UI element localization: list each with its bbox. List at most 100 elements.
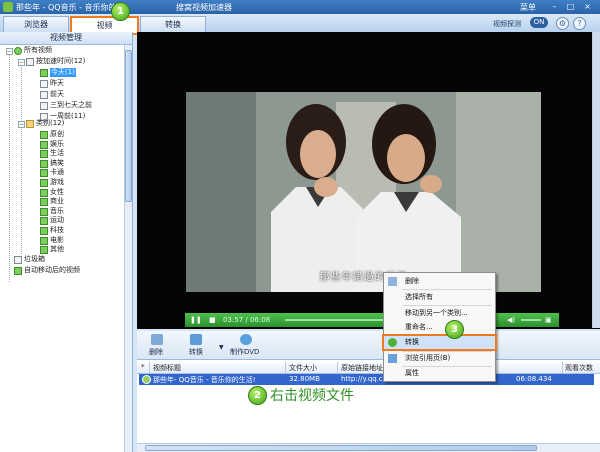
category-item-icon — [40, 207, 48, 216]
make-dvd-button[interactable]: 制作DVD — [230, 347, 259, 357]
expand-root[interactable]: − — [6, 48, 13, 55]
tree-category-item[interactable]: 游戏 — [50, 178, 64, 187]
sniff-toggle[interactable]: ON — [530, 17, 548, 28]
menu-item-properties[interactable]: 属性 — [384, 367, 495, 380]
menu-item-move[interactable]: 移动到另一个类别... — [384, 307, 495, 320]
help-icon[interactable]: ? — [573, 17, 586, 30]
category-item-icon — [40, 179, 48, 187]
volume-slider[interactable] — [521, 319, 541, 321]
tree-category-item[interactable]: 其他 — [50, 245, 64, 254]
video-scene — [186, 92, 541, 292]
category-icon — [26, 120, 34, 128]
row-size: 32.80MB — [289, 375, 320, 383]
category-item-icon — [40, 198, 48, 207]
tree-category-item[interactable]: 电影 — [50, 236, 64, 245]
tree-category-item[interactable]: 女性 — [50, 188, 64, 197]
category-item-icon — [40, 217, 48, 226]
col-title[interactable]: 视频标题 — [153, 363, 181, 373]
minimize-icon[interactable]: – — [550, 2, 559, 11]
video-status-icon — [142, 375, 151, 384]
tab-convert[interactable]: 转换 — [140, 16, 206, 32]
category-item-icon — [40, 169, 48, 178]
volume-icon[interactable]: ◀) — [507, 316, 515, 324]
category-item-icon — [40, 150, 48, 159]
auto-move-icon — [14, 267, 22, 275]
tree-trash[interactable]: 垃圾箱 — [24, 255, 45, 264]
pause-icon[interactable]: ❚❚ — [190, 316, 202, 324]
tree-category-item[interactable]: 娱乐 — [50, 140, 64, 149]
app-icon — [3, 2, 13, 12]
list-hscroll-thumb[interactable] — [145, 445, 537, 451]
tree-folder-icon — [40, 69, 48, 77]
tree-folder-icon — [40, 91, 48, 99]
col-url[interactable]: 原始链接地址 — [341, 363, 383, 373]
table-row[interactable]: 那些年- QQ音乐 - 音乐你的生活! 32.80MB http://y.qq.… — [139, 374, 594, 385]
delete-button[interactable]: 删除 — [149, 347, 163, 357]
left-scroll-thumb[interactable] — [125, 50, 132, 202]
menu-item-convert[interactable]: 转换 — [382, 334, 497, 351]
tree-day-before[interactable]: 前天 — [50, 90, 64, 99]
list-header: * 视频标题 文件大小 原始链接地址 观看次数 — [137, 362, 600, 374]
step-3-marker: 3 — [445, 320, 464, 339]
col-views[interactable]: 观看次数 — [565, 363, 593, 373]
panel-title: 视频管理 — [0, 32, 132, 45]
tree-category-item[interactable]: 搞笑 — [50, 159, 64, 168]
window-title: 那些年 - QQ音乐 - 音乐你的 — [16, 3, 117, 12]
col-size[interactable]: 文件大小 — [289, 363, 317, 373]
convert-dropdown-icon[interactable]: ▼ — [219, 344, 224, 351]
browser-icon — [388, 354, 397, 363]
video-frame[interactable]: 那些年錯過的愛情 — [186, 92, 541, 292]
player-controls: ❚❚ ■ 03:57 / 06:08 ◀) ▣ — [185, 313, 559, 327]
gear-icon[interactable]: ⚙ — [556, 17, 569, 30]
menu-item-select-all[interactable]: 选择所有 — [384, 291, 495, 304]
expand-by-time[interactable]: − — [18, 59, 25, 66]
tree-category-item[interactable]: 原创 — [50, 130, 64, 139]
category-item-icon — [40, 131, 48, 139]
clock-icon — [26, 58, 34, 66]
tree-auto-moved[interactable]: 自动移动后的视频 — [24, 266, 80, 275]
menu-item-browse-ref[interactable]: 浏览引用页(B) — [384, 352, 495, 365]
category-item-icon — [40, 159, 48, 168]
tree-today[interactable]: 今天(1) — [50, 68, 76, 77]
menu-item-delete[interactable]: 删除 — [384, 275, 495, 288]
menu-item-rename[interactable]: 重命名... — [384, 321, 495, 334]
tree-root[interactable]: 所有视频 — [24, 46, 52, 55]
tree-category-item[interactable]: 生活 — [50, 149, 64, 158]
tab-browser[interactable]: 浏览器 — [3, 16, 69, 32]
menu-button[interactable]: 菜单 — [520, 2, 536, 13]
expand-category[interactable]: − — [18, 121, 25, 128]
convert-icon — [388, 338, 397, 347]
row-url: http://y.qq.c — [341, 375, 383, 383]
tree-category[interactable]: 类别(12) — [36, 119, 64, 128]
list-hscrollbar[interactable] — [137, 443, 600, 452]
dvd-icon[interactable] — [240, 334, 252, 345]
category-item-icon — [40, 227, 48, 235]
delete-icon[interactable] — [151, 334, 163, 345]
convert-icon[interactable] — [190, 334, 202, 345]
maximize-icon[interactable]: □ — [566, 2, 575, 11]
tree-yesterday[interactable]: 昨天 — [50, 79, 64, 88]
window-title-suffix: 搜窝视频加速器 — [176, 3, 232, 12]
tree-folder-icon — [40, 80, 48, 88]
left-scrollbar[interactable] — [124, 45, 132, 452]
tree-by-time[interactable]: 按加速时间(12) — [36, 57, 85, 66]
tree-3-7-days[interactable]: 三到七天之前 — [50, 101, 92, 110]
close-icon[interactable]: × — [583, 2, 592, 11]
convert-button[interactable]: 转换 — [189, 347, 203, 357]
stop-icon[interactable]: ■ — [209, 316, 216, 324]
tree-category-item[interactable]: 运动 — [50, 216, 64, 225]
tree-category-item[interactable]: 商业 — [50, 197, 64, 206]
video-list: * 视频标题 文件大小 原始链接地址 观看次数 那些年- QQ音乐 - 音乐你的… — [137, 360, 600, 452]
delete-icon — [388, 277, 397, 286]
step-1-marker: 1 — [111, 2, 130, 21]
tree-category-item[interactable]: 音乐 — [50, 207, 64, 216]
tree-category-item[interactable]: 卡通 — [50, 168, 64, 177]
video-toolbar: 删除 转换 ▼ 制作DVD — [137, 331, 600, 360]
tree-category-item[interactable]: 科技 — [50, 226, 64, 235]
player-scrollbar[interactable] — [592, 32, 600, 328]
title-bar: 那些年 - QQ音乐 - 音乐你的 搜窝视频加速器 菜单 – □ × — [0, 0, 600, 14]
tab-bar: 浏览器 视频 转换 视频探测 ON ⚙ ? — [0, 14, 600, 35]
fullscreen-icon[interactable]: ▣ — [545, 316, 552, 324]
category-item-icon — [40, 236, 48, 245]
step-2-annotation: 右击视频文件 — [270, 388, 354, 404]
